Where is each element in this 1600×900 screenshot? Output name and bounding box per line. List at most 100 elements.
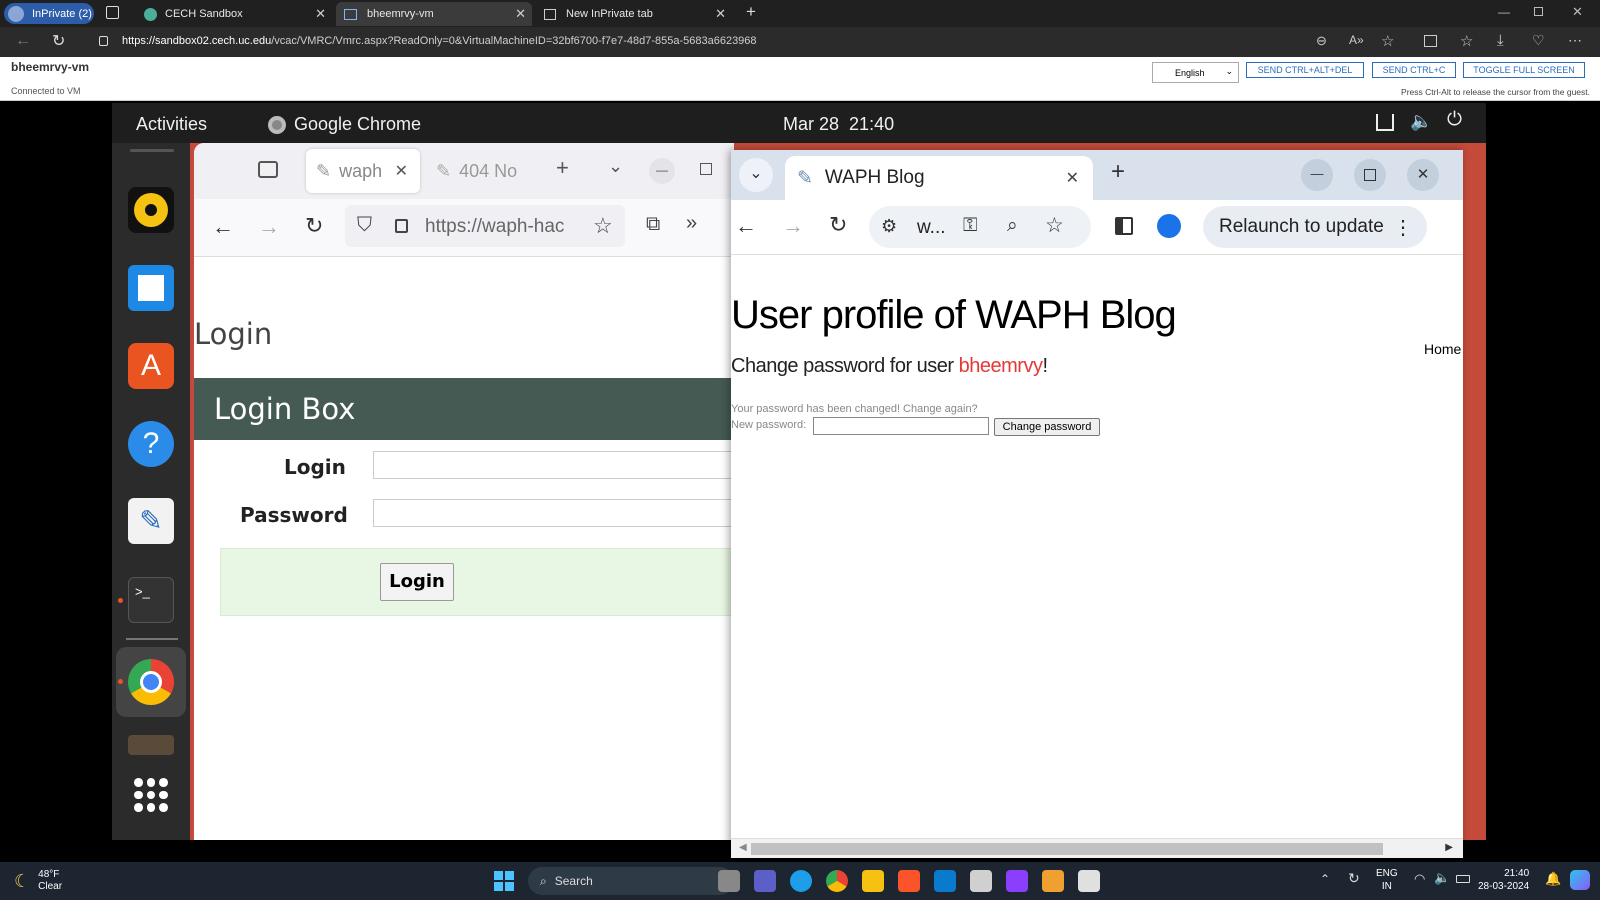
close-window-icon[interactable]: ✕	[1572, 4, 1583, 20]
speaker-icon[interactable]: 🔈	[1434, 870, 1450, 886]
taskbar-search[interactable]: ⌕ Search	[528, 867, 734, 895]
virtualbox-icon[interactable]	[970, 870, 992, 892]
more-icon[interactable]: ⋯	[1568, 32, 1582, 49]
favorites-icon[interactable]: ☆	[1460, 32, 1473, 50]
minimize-button[interactable]: —	[1301, 159, 1333, 191]
omnibox[interactable]: ⚙ w... ⚿ ⌕ ☆	[869, 206, 1091, 248]
clock[interactable]: Mar 28 21:40	[783, 114, 894, 135]
wifi-icon[interactable]: ◠	[1414, 871, 1425, 887]
network-icon[interactable]	[1376, 114, 1394, 131]
read-aloud-icon[interactable]: A»	[1349, 33, 1364, 47]
rhythmbox-icon[interactable]	[128, 187, 174, 233]
copilot-icon[interactable]	[1570, 870, 1590, 890]
reload-icon[interactable]: ↻	[305, 213, 323, 239]
zoom-icon[interactable]: ⌕	[1007, 215, 1018, 237]
back-icon[interactable]: ←	[15, 32, 31, 50]
firefox-dock-icon[interactable]	[128, 735, 174, 755]
minimize-button[interactable]: —	[649, 158, 675, 184]
start-button[interactable]	[494, 871, 514, 891]
edge-tab-vm[interactable]: bheemrvy-vm ✕	[336, 2, 532, 26]
firefox-tab-waph[interactable]: ✎ waph ✕	[306, 149, 420, 193]
activities-button[interactable]: Activities	[136, 114, 207, 135]
terminal-icon[interactable]: >_	[128, 577, 174, 623]
heart-icon[interactable]: ♡	[1532, 32, 1545, 49]
new-tab-icon[interactable]: +	[746, 2, 756, 22]
tab-actions-icon[interactable]	[106, 6, 119, 19]
teams-icon[interactable]	[754, 870, 776, 892]
key-icon[interactable]: ⚿	[963, 215, 977, 237]
language-select[interactable]: English ⌄	[1152, 62, 1239, 83]
forward-icon[interactable]: →	[258, 214, 280, 240]
send-ctrl-alt-del-button[interactable]: SEND CTRL+ALT+DEL	[1246, 62, 1364, 78]
text-editor-icon[interactable]: ✎	[128, 498, 174, 544]
edge-tab-new-inprivate[interactable]: New InPrivate tab ✕	[536, 2, 732, 26]
minimize-icon[interactable]: —	[1498, 5, 1510, 19]
change-password-button[interactable]: Change password	[994, 418, 1100, 436]
shield-icon[interactable]: ⛉	[357, 214, 372, 237]
tab-search-button[interactable]: ⌄	[739, 158, 773, 192]
close-icon[interactable]: ✕	[315, 6, 326, 22]
vscode-icon[interactable]	[934, 870, 956, 892]
language-indicator[interactable]: ENG IN	[1376, 867, 1398, 893]
bookmark-star-icon[interactable]: ☆	[593, 213, 613, 239]
snipping-tool-icon[interactable]	[1078, 870, 1100, 892]
power-icon[interactable]: ⏻	[1447, 109, 1462, 131]
forward-icon[interactable]: →	[782, 213, 804, 239]
close-icon[interactable]: ✕	[515, 6, 526, 22]
profile-avatar[interactable]	[1157, 214, 1181, 238]
horizontal-scrollbar[interactable]: ◀ ▶	[731, 838, 1463, 858]
edge-tab-cech-sandbox[interactable]: CECH Sandbox ✕	[136, 2, 332, 26]
tab-overview-icon[interactable]	[258, 161, 278, 178]
new-password-input[interactable]	[813, 417, 989, 435]
new-tab-icon[interactable]: +	[1111, 158, 1125, 186]
refresh-icon[interactable]: ↻	[52, 31, 65, 51]
close-icon[interactable]: ✕	[715, 6, 726, 22]
back-icon[interactable]: ←	[735, 213, 757, 239]
chrome-dock-icon[interactable]	[128, 659, 174, 705]
chevron-down-icon[interactable]: ⌄	[608, 156, 623, 177]
close-button[interactable]: ✕	[1407, 159, 1439, 191]
toggle-fullscreen-button[interactable]: TOGGLE FULL SCREEN	[1463, 62, 1585, 78]
show-apps-icon[interactable]	[134, 778, 168, 812]
taskbar-clock[interactable]: 21:40 28-03-2024	[1478, 867, 1529, 893]
scroll-right-icon[interactable]: ▶	[1445, 842, 1453, 853]
inprivate-badge[interactable]: InPrivate (2)	[4, 3, 94, 24]
edge-taskbar-icon[interactable]	[790, 870, 812, 892]
url-field[interactable]: https://sandbox02.cech.uc.edu/vcac/VMRC/…	[122, 35, 757, 47]
send-ctrl-c-button[interactable]: SEND CTRL+C	[1372, 62, 1456, 78]
sync-icon[interactable]: ↻	[1348, 870, 1360, 887]
sticky-notes-icon[interactable]	[1042, 870, 1064, 892]
reload-icon[interactable]: ↻	[829, 212, 847, 238]
chrome-tab-waph-blog[interactable]: ✎ WAPH Blog ✕	[785, 156, 1093, 200]
home-link[interactable]: Home	[1424, 341, 1461, 357]
media-icon[interactable]	[1006, 870, 1028, 892]
download-icon[interactable]: ⤓	[1497, 32, 1504, 49]
url-bar[interactable]: ⛉ https://waph-hac ☆	[345, 205, 625, 247]
close-icon[interactable]: ✕	[1066, 168, 1079, 188]
scroll-left-icon[interactable]: ◀	[739, 842, 747, 853]
volume-icon[interactable]: 🔈	[1410, 111, 1432, 132]
side-panel-icon[interactable]	[1115, 217, 1133, 235]
brave-icon[interactable]	[898, 870, 920, 892]
scrollbar-thumb[interactable]	[751, 843, 1383, 855]
extensions-icon[interactable]: ⧉	[646, 213, 660, 236]
app-menu[interactable]: Google Chrome	[268, 114, 421, 135]
file-explorer-icon[interactable]	[862, 870, 884, 892]
login-input[interactable]	[373, 451, 734, 479]
split-screen-icon[interactable]	[1424, 35, 1437, 47]
chrome-taskbar-icon[interactable]	[826, 870, 848, 892]
new-tab-icon[interactable]: +	[556, 155, 569, 181]
show-hidden-icons[interactable]: ⌃	[1320, 872, 1330, 886]
app-center-icon[interactable]: A	[128, 343, 174, 389]
back-icon[interactable]: ←	[212, 214, 234, 240]
overflow-menu-icon[interactable]: »	[686, 212, 697, 235]
login-button[interactable]: Login	[380, 563, 454, 601]
bookmark-star-icon[interactable]: ☆	[1045, 213, 1064, 238]
help-icon[interactable]: ?	[128, 421, 174, 467]
zoom-out-icon[interactable]: ⊖	[1316, 33, 1327, 49]
maximize-button[interactable]	[1354, 159, 1386, 191]
site-settings-icon[interactable]: ⚙	[881, 216, 897, 237]
writer-icon[interactable]	[128, 265, 174, 311]
maximize-button[interactable]	[700, 163, 712, 175]
battery-icon[interactable]	[1456, 875, 1470, 883]
